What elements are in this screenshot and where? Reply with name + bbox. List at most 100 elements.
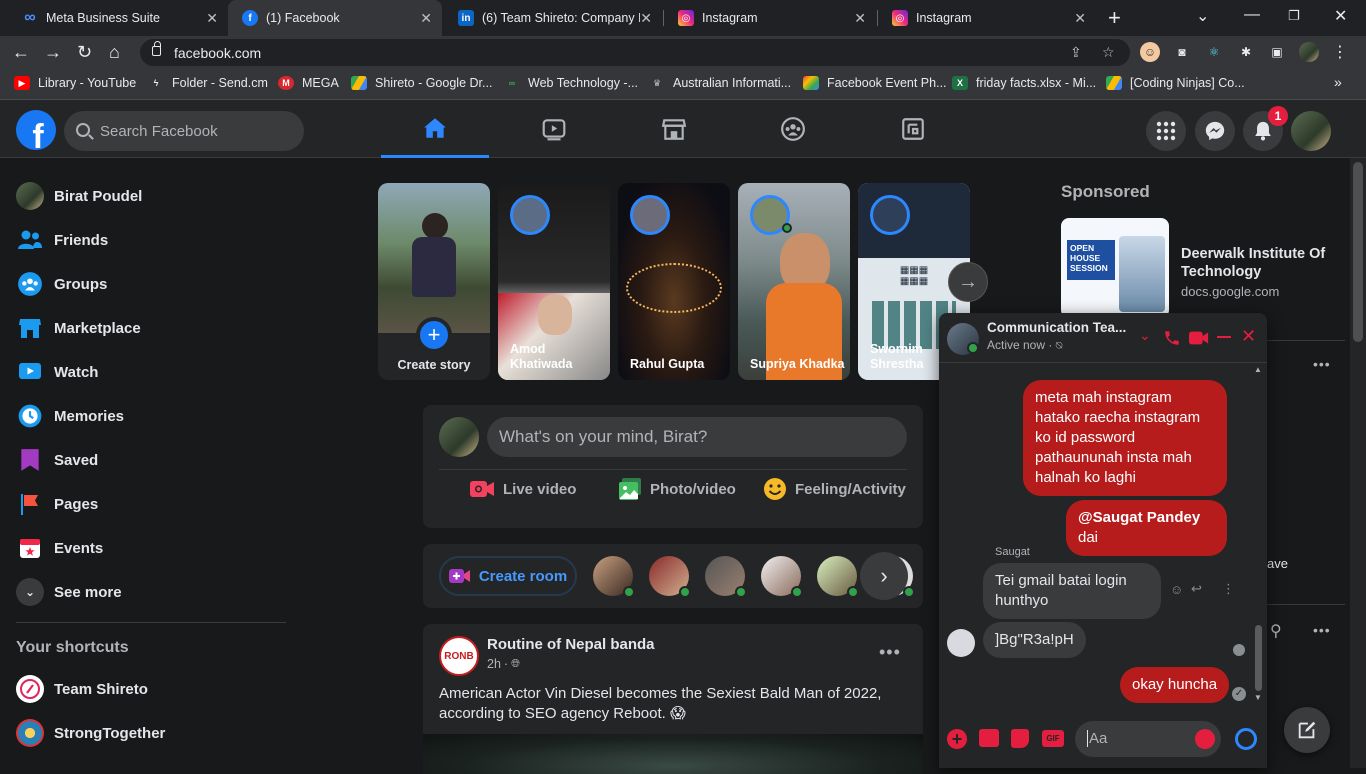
home-button[interactable]: ⌂ [109, 41, 120, 63]
search-input[interactable] [100, 111, 300, 151]
extension-face-icon[interactable]: ☺ [1140, 42, 1160, 62]
nav-tab-watch[interactable] [500, 100, 608, 158]
chat-scroll-thumb[interactable] [1255, 625, 1262, 691]
composer-input[interactable]: What's on your mind, Birat? [487, 417, 907, 457]
account-avatar[interactable] [1291, 111, 1331, 151]
facebook-logo[interactable]: f [16, 110, 56, 150]
browser-tab-linkedin[interactable]: in (6) Team Shireto: Company P ✕ [444, 0, 662, 36]
chat-header[interactable]: Communication Tea... Active now · ⍉ ⌄ ✕ [939, 313, 1267, 363]
video-call-icon[interactable] [1189, 330, 1209, 346]
contacts-search-icon[interactable]: ⚲ [1270, 621, 1282, 641]
chevron-down-icon[interactable]: ⌄ [1139, 327, 1151, 344]
shortcut-team-shireto[interactable]: Team Shireto [8, 667, 288, 711]
sender-avatar[interactable] [947, 629, 975, 657]
sidebar-item-profile[interactable]: Birat Poudel [8, 174, 288, 218]
bookmark-coding-ninjas[interactable]: [Coding Ninjas] Co... [1106, 76, 1245, 90]
sidebar-item-events[interactable]: Events [8, 526, 288, 570]
post-time[interactable]: 2h [487, 657, 501, 671]
new-tab-button[interactable]: + [1108, 6, 1121, 30]
bookmark-send[interactable]: ϟ Folder - Send.cm [148, 76, 268, 90]
bookmark-youtube[interactable]: ▶ Library - YouTube [14, 76, 136, 90]
feeling-activity-button[interactable]: Feeling/Activity [763, 469, 906, 509]
browser-tab-facebook[interactable]: f (1) Facebook ✕ [228, 0, 442, 36]
minimize-chat-icon[interactable] [1217, 336, 1231, 338]
sidebar-item-friends[interactable]: Friends [8, 218, 288, 262]
sidebar-item-see-more[interactable]: ⌄ See more [8, 570, 288, 614]
story-amod[interactable]: Amod Khatiwada [498, 183, 610, 380]
room-contact-avatar[interactable] [817, 556, 859, 598]
bookmark-web-technology[interactable]: ∞ Web Technology -... [504, 76, 638, 90]
sidebar-item-watch[interactable]: Watch [8, 350, 288, 394]
create-room-button[interactable]: Create room [439, 556, 577, 596]
shortcut-strongtogether[interactable]: StrongTogether [8, 711, 288, 755]
post-page-logo[interactable]: RONB [439, 636, 479, 676]
react-devtools-icon[interactable]: ⚛ [1204, 42, 1224, 62]
chat-scrollbar[interactable]: ▲ ▼ [1253, 365, 1265, 703]
image-icon[interactable] [979, 729, 999, 747]
reload-button[interactable]: ↻ [77, 41, 92, 63]
camera-extension-icon[interactable]: ◙ [1172, 42, 1192, 62]
room-contact-avatar[interactable] [649, 556, 691, 598]
phone-icon[interactable] [1163, 329, 1181, 347]
emoji-icon[interactable] [1195, 729, 1215, 749]
nav-tab-groups[interactable] [739, 100, 847, 158]
close-icon[interactable]: ✕ [854, 10, 866, 26]
bookmarks-overflow-icon[interactable]: » [1334, 74, 1342, 90]
menu-button[interactable] [1146, 111, 1186, 151]
close-icon[interactable]: ✕ [206, 10, 218, 26]
react-icon[interactable]: ☺ [1170, 582, 1183, 597]
chat-message-outgoing[interactable]: @Saugat Pandey dai [1066, 500, 1227, 556]
page-scrollbar[interactable] [1350, 158, 1366, 768]
contacts-more-icon[interactable]: ••• [1313, 622, 1331, 638]
scroll-up-icon[interactable]: ▲ [1254, 365, 1262, 374]
bookmark-excel[interactable]: Xfriday facts.xlsx - Mi... [952, 76, 1096, 90]
post-image[interactable] [423, 734, 923, 774]
reply-icon[interactable]: ↩ [1191, 581, 1202, 597]
composer-avatar[interactable] [439, 417, 479, 457]
live-video-button[interactable]: Live video [469, 469, 576, 509]
story-create[interactable]: + Create story [378, 183, 490, 380]
add-icon[interactable]: + [947, 729, 967, 749]
minimize-button[interactable]: — [1244, 6, 1260, 24]
post-author[interactable]: Routine of Nepal banda [487, 636, 655, 653]
reaction-icon[interactable] [1235, 728, 1257, 750]
sidebar-item-memories[interactable]: Memories [8, 394, 288, 438]
sidebar-item-pages[interactable]: Pages [8, 482, 288, 526]
bookmark-facebook-event[interactable]: Facebook Event Ph... [803, 76, 947, 90]
close-window-button[interactable]: ✕ [1334, 6, 1347, 26]
sticker-icon[interactable] [1011, 729, 1029, 748]
extensions-puzzle-icon[interactable]: ✱ [1236, 42, 1256, 62]
share-icon[interactable]: ⇪ [1070, 44, 1082, 61]
bookmark-mega[interactable]: M MEGA [278, 76, 339, 90]
side-panel-icon[interactable]: ▣ [1267, 42, 1287, 62]
address-bar[interactable]: facebook.com ⇪ ☆ [140, 39, 1130, 66]
sidebar-item-saved[interactable]: Saved [8, 438, 288, 482]
sidebar-item-marketplace[interactable]: Marketplace [8, 306, 288, 350]
room-contact-avatar[interactable] [761, 556, 803, 598]
mention[interactable]: @Saugat Pandey [1078, 509, 1200, 526]
search-box[interactable] [64, 111, 304, 151]
more-options-icon[interactable]: ••• [1313, 356, 1331, 372]
forward-button[interactable]: → [44, 41, 62, 63]
browser-menu-icon[interactable]: ⋮ [1330, 42, 1350, 62]
browser-tab-instagram-2[interactable]: ◎ Instagram ✕ [878, 0, 1096, 36]
nav-tab-marketplace[interactable] [620, 100, 728, 158]
ad-title[interactable]: Deerwalk Institute Of Technology [1181, 245, 1331, 281]
browser-profile-avatar[interactable] [1299, 42, 1319, 62]
chat-message-outgoing[interactable]: meta mah instagram hatako raecha instagr… [1023, 380, 1227, 496]
scrollbar-thumb[interactable] [1353, 162, 1363, 342]
story-rahul[interactable]: Rahul Gupta [618, 183, 730, 380]
browser-tab-instagram-1[interactable]: ◎ Instagram ✕ [664, 0, 876, 36]
bookmark-google-drive[interactable]: Shireto - Google Dr... [351, 76, 492, 90]
chat-message-incoming[interactable]: Tei gmail batai login hunthyo [983, 563, 1161, 619]
message-more-icon[interactable]: ⋮ [1222, 581, 1235, 597]
sidebar-item-groups[interactable]: Groups [8, 262, 288, 306]
restore-button[interactable]: ❐ [1288, 8, 1300, 24]
chat-message-outgoing[interactable]: okay huncha [1120, 667, 1230, 703]
more-options-icon[interactable]: ••• [879, 642, 901, 663]
story-supriya[interactable]: Supriya Khadka [738, 183, 850, 380]
bookmark-australian[interactable]: ♛ Australian Informati... [649, 76, 791, 90]
gif-icon[interactable]: GIF [1042, 730, 1064, 747]
room-contact-avatar[interactable] [593, 556, 635, 598]
lock-icon[interactable] [152, 41, 161, 56]
